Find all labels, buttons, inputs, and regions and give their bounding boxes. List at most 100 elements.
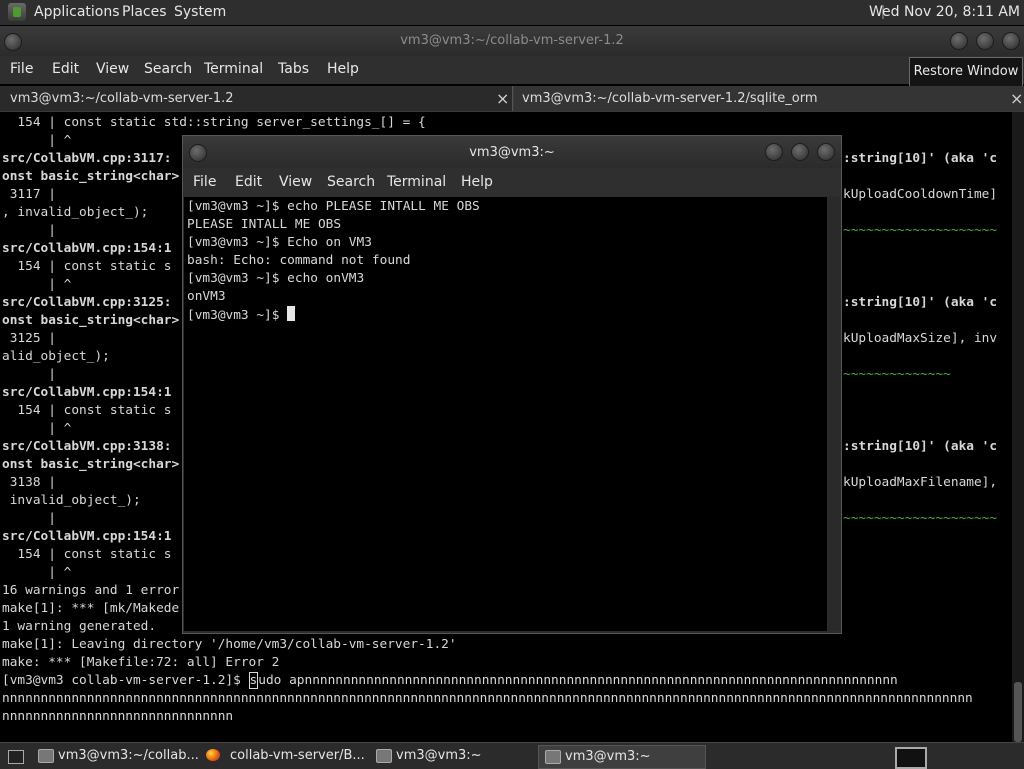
task-terminal-home-active[interactable]: vm3@vm3:~ bbox=[538, 745, 706, 769]
task-firefox[interactable]: collab-vm-server/B... bbox=[200, 745, 366, 767]
terminal-line: make: *** [Makefile:72: all] Error 2 bbox=[2, 655, 280, 670]
tab-close-icon[interactable]: × bbox=[496, 89, 509, 108]
terminal-line: src/CollabVM.cpp:3125: bbox=[2, 295, 172, 310]
system-menu[interactable]: System bbox=[174, 4, 226, 20]
terminal-dialog-window[interactable]: vm3@vm3:~ File Edit View Search Terminal… bbox=[182, 135, 842, 634]
menu-view[interactable]: View bbox=[96, 61, 129, 77]
terminal-line: | ^ bbox=[2, 277, 72, 292]
task-terminal-collab[interactable]: vm3@vm3:~/collab... bbox=[32, 745, 199, 767]
menu-tabs[interactable]: Tabs bbox=[278, 61, 309, 77]
terminal-line: onst basic_string<char> bbox=[2, 313, 180, 328]
terminal-line: invalid_object_); bbox=[2, 493, 141, 508]
task-terminal-home[interactable]: vm3@vm3:~ bbox=[370, 745, 534, 767]
dialog-menubar: File Edit View Search Terminal Help bbox=[183, 168, 841, 196]
clock[interactable]: Wed Nov 20, 8:11 AM bbox=[869, 4, 1020, 20]
terminal-line: alid_object_); bbox=[2, 349, 110, 364]
terminal-line: | bbox=[2, 223, 56, 238]
maximize-icon[interactable] bbox=[976, 32, 994, 50]
maximize-icon[interactable] bbox=[791, 143, 809, 161]
terminal-line: kUploadMaxSize], inv bbox=[843, 331, 998, 346]
terminal-line: :string[10]' (aka 'c bbox=[843, 151, 998, 166]
terminal-line: 154 | const static s bbox=[2, 259, 172, 274]
text-cursor bbox=[287, 306, 296, 321]
applications-menu[interactable]: Applications bbox=[34, 4, 120, 20]
terminal-icon bbox=[38, 749, 54, 763]
command-text: udo apnnnnnnnnnnnnnnnnnnnnnnnnnnnnnnnnnn… bbox=[258, 673, 898, 688]
terminal-icon bbox=[545, 750, 561, 764]
minimize-icon[interactable] bbox=[950, 32, 968, 50]
terminal-line: :string[10]' (aka 'c bbox=[843, 439, 998, 454]
terminal-line: | bbox=[2, 367, 56, 382]
tab-bar: vm3@vm3:~/collab-vm-server-1.2 × vm3@vm3… bbox=[0, 86, 1024, 112]
terminal-line: kUploadMaxFilename], bbox=[843, 475, 998, 490]
menu-file[interactable]: File bbox=[193, 174, 216, 190]
terminal-line: nnnnnnnnnnnnnnnnnnnnnnnnnnnnnnnnnnnnnnnn… bbox=[2, 691, 973, 706]
terminal-line: | bbox=[2, 511, 56, 526]
terminal-line: make[1]: *** [mk/Makede bbox=[2, 601, 180, 616]
terminal-prompt-line[interactable]: [vm3@vm3 ~]$ bbox=[187, 306, 296, 324]
terminal-line: kUploadCooldownTime] bbox=[843, 187, 998, 202]
places-menu[interactable]: Places bbox=[122, 4, 167, 20]
prompt: [vm3@vm3 ~]$ bbox=[187, 308, 288, 323]
tab-label: vm3@vm3:~/collab-vm-server-1.2/sqlite_or… bbox=[522, 91, 818, 106]
terminal-line: | ^ bbox=[2, 421, 72, 436]
show-desktop-icon[interactable] bbox=[8, 750, 24, 764]
applications-logo-icon[interactable] bbox=[8, 3, 26, 21]
terminal-line: src/CollabVM.cpp:154:1 bbox=[2, 529, 172, 544]
menu-terminal[interactable]: Terminal bbox=[387, 174, 446, 190]
terminal-line: src/CollabVM.cpp:154:1 bbox=[2, 241, 172, 256]
terminal-line: 3138 | bbox=[2, 475, 56, 490]
minimize-icon[interactable] bbox=[765, 143, 783, 161]
workspace-switcher-icon[interactable] bbox=[895, 747, 927, 769]
scrollbar-thumb[interactable] bbox=[1014, 682, 1022, 742]
terminal-line: make[1]: Leaving directory '/home/vm3/co… bbox=[2, 637, 457, 652]
window-titlebar[interactable]: vm3@vm3:~/collab-vm-server-1.2 bbox=[0, 26, 1024, 56]
terminal-line: ~~~~~~~~~~~~~~~~~~~~ bbox=[843, 223, 998, 238]
menu-view[interactable]: View bbox=[279, 174, 312, 190]
tab-close-icon[interactable]: × bbox=[1010, 89, 1023, 108]
menu-search[interactable]: Search bbox=[327, 174, 375, 190]
terminal-line: PLEASE INTALL ME OBS bbox=[187, 217, 342, 232]
window-menubar: File Edit View Search Terminal Tabs Help bbox=[0, 56, 1024, 84]
terminal-line: src/CollabVM.cpp:154:1 bbox=[2, 385, 172, 400]
close-icon[interactable] bbox=[817, 143, 835, 161]
terminal-line: | ^ bbox=[2, 565, 72, 580]
terminal-line: 154 | const static s bbox=[2, 403, 172, 418]
dialog-titlebar[interactable]: vm3@vm3:~ bbox=[183, 136, 841, 168]
tab-label: vm3@vm3:~/collab-vm-server-1.2 bbox=[10, 91, 234, 106]
task-label: vm3@vm3:~ bbox=[565, 749, 651, 764]
window-title: vm3@vm3:~/collab-vm-server-1.2 bbox=[400, 33, 624, 48]
dialog-title: vm3@vm3:~ bbox=[469, 145, 555, 160]
terminal-line: onst basic_string<char> bbox=[2, 169, 180, 184]
terminal-line: bash: Echo: command not found bbox=[187, 253, 411, 268]
tab-sqlite-orm[interactable]: vm3@vm3:~/collab-vm-server-1.2/sqlite_or… bbox=[514, 86, 1024, 111]
terminal-line: 1 warning generated. bbox=[2, 619, 157, 634]
menu-search[interactable]: Search bbox=[144, 61, 192, 77]
terminal-prompt-line[interactable]: [vm3@vm3 collab-vm-server-1.2]$ sudo apn… bbox=[2, 672, 898, 690]
menu-file[interactable]: File bbox=[10, 61, 33, 77]
tab-collab-vm-server[interactable]: vm3@vm3:~/collab-vm-server-1.2 × bbox=[0, 86, 513, 111]
top-panel: Applications Places System Wed Nov 20, 8… bbox=[0, 0, 1024, 25]
terminal-line: :string[10]' (aka 'c bbox=[843, 295, 998, 310]
terminal-line: onst basic_string<char> bbox=[2, 457, 180, 472]
terminal-line: | ^ bbox=[2, 133, 72, 148]
task-label: vm3@vm3:~ bbox=[396, 748, 482, 763]
firefox-icon bbox=[206, 749, 220, 761]
menu-help[interactable]: Help bbox=[327, 61, 359, 77]
dialog-terminal-output[interactable]: [vm3@vm3 ~]$ echo PLEASE INTALL ME OBS P… bbox=[184, 197, 827, 631]
terminal-line: [vm3@vm3 ~]$ Echo on VM3 bbox=[187, 235, 372, 250]
menu-help[interactable]: Help bbox=[461, 174, 493, 190]
terminal-line: 3125 | bbox=[2, 331, 56, 346]
close-icon[interactable] bbox=[1002, 32, 1020, 50]
menu-edit[interactable]: Edit bbox=[235, 174, 262, 190]
terminal-line: 154 | const static s bbox=[2, 547, 172, 562]
terminal-icon bbox=[376, 749, 392, 763]
menu-edit[interactable]: Edit bbox=[52, 61, 79, 77]
terminal-line: src/CollabVM.cpp:3138: bbox=[2, 439, 172, 454]
dialog-scrollbar[interactable] bbox=[828, 197, 840, 631]
menu-terminal[interactable]: Terminal bbox=[204, 61, 263, 77]
terminal-line: [vm3@vm3 ~]$ echo PLEASE INTALL ME OBS bbox=[187, 199, 480, 214]
prompt: [vm3@vm3 collab-vm-server-1.2]$ bbox=[2, 673, 249, 688]
terminal-line: 16 warnings and 1 error bbox=[2, 583, 180, 598]
terminal-scrollbar[interactable] bbox=[1012, 112, 1024, 742]
